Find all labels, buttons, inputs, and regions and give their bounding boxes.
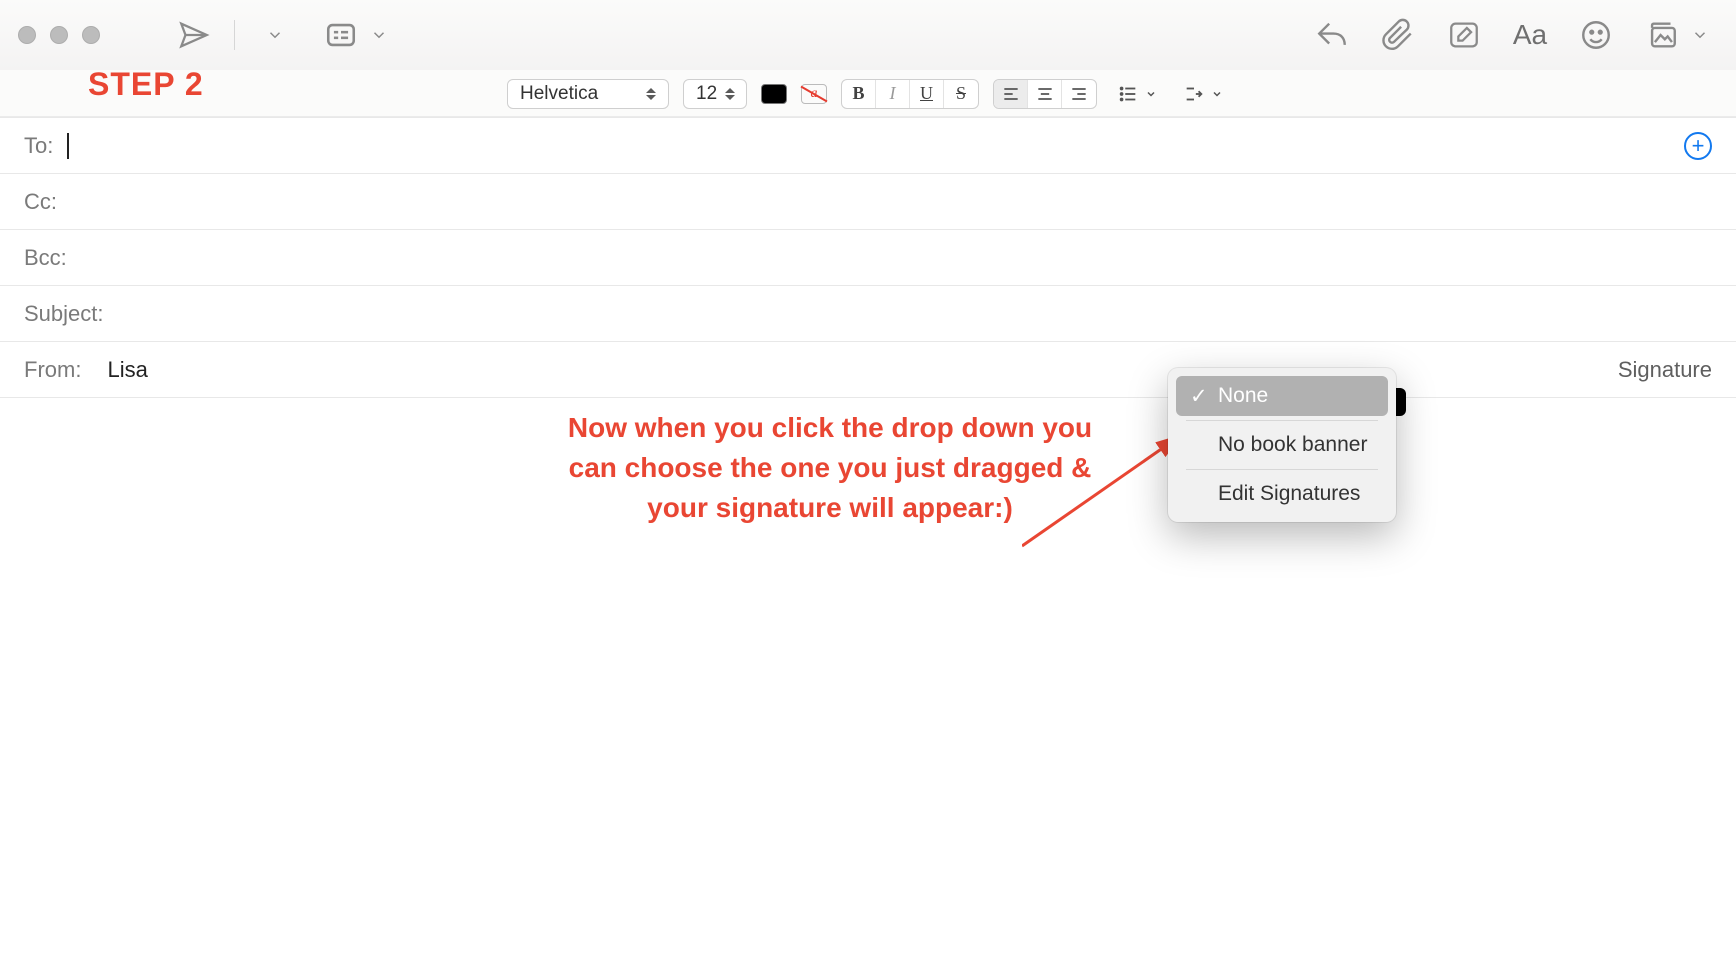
header-fields-button[interactable] (323, 17, 397, 53)
indent-icon (1183, 83, 1205, 105)
reply-icon (1315, 18, 1349, 52)
text-color-swatch[interactable] (761, 84, 787, 104)
italic-button[interactable]: I (876, 80, 910, 108)
header-fields-chevron[interactable] (361, 17, 397, 53)
format-button[interactable]: Aa (1512, 17, 1548, 53)
from-row: From: Lisa Signature (0, 342, 1736, 398)
send-options-chevron[interactable] (257, 17, 293, 53)
chevron-down-icon (370, 26, 388, 44)
menu-divider (1186, 469, 1378, 470)
check-icon: ✓ (1190, 384, 1208, 409)
emoji-icon (1579, 18, 1613, 52)
markup-button[interactable] (1446, 17, 1482, 53)
reply-button[interactable] (1314, 17, 1350, 53)
subject-input[interactable] (116, 301, 1713, 327)
subject-row: Subject: (0, 286, 1736, 342)
select-edge (1396, 388, 1406, 416)
emoji-button[interactable] (1578, 17, 1614, 53)
stepper-icon (725, 88, 738, 100)
to-input[interactable] (69, 133, 1684, 159)
bcc-input[interactable] (79, 245, 1712, 271)
chevron-down-icon (1211, 88, 1223, 100)
paperclip-icon (1381, 18, 1415, 52)
menu-divider (1186, 420, 1378, 421)
window-toolbar: Aa (0, 0, 1736, 71)
signature-option-label: No book banner (1218, 433, 1367, 457)
list-menu[interactable] (1111, 80, 1163, 108)
message-body[interactable]: Now when you click the drop down you can… (0, 398, 1736, 972)
send-icon (177, 18, 211, 52)
markup-icon (1447, 18, 1481, 52)
to-label: To: (24, 133, 53, 159)
zoom-window-button[interactable] (82, 26, 100, 44)
cc-input[interactable] (69, 189, 1712, 215)
from-label: From: (24, 357, 81, 383)
signature-option-none[interactable]: ✓ None (1176, 376, 1388, 416)
cc-row: Cc: (0, 174, 1736, 230)
font-family-value: Helvetica (520, 83, 598, 105)
bold-button[interactable]: B (842, 80, 876, 108)
edit-signatures-option[interactable]: Edit Signatures (1176, 474, 1388, 514)
signature-option-custom[interactable]: No book banner (1176, 425, 1388, 465)
signature-option-label: None (1218, 384, 1268, 408)
format-bar: Helvetica 12 a B I U S (0, 71, 1736, 117)
add-recipient-button[interactable]: + (1684, 132, 1712, 160)
font-size-value: 12 (696, 83, 717, 105)
align-left-icon (1001, 84, 1021, 104)
signature-option-label: Edit Signatures (1218, 482, 1360, 506)
photo-browser-icon (1645, 18, 1679, 52)
chevron-down-icon (266, 26, 284, 44)
cc-label: Cc: (24, 189, 57, 215)
send-button[interactable] (176, 17, 212, 53)
align-group (993, 79, 1097, 109)
step-annotation: STEP 2 (88, 66, 204, 103)
bcc-row: Bcc: (0, 230, 1736, 286)
bcc-label: Bcc: (24, 245, 67, 271)
from-value[interactable]: Lisa (107, 357, 147, 383)
minimize-window-button[interactable] (50, 26, 68, 44)
style-group: B I U S (841, 79, 979, 109)
arrow-annotation-icon (1022, 428, 1192, 548)
list-icon (1117, 83, 1139, 105)
header-fields-icon (324, 18, 358, 52)
align-right-icon (1069, 84, 1089, 104)
stepper-icon (646, 88, 660, 100)
photo-browser-chevron[interactable] (1682, 17, 1718, 53)
photo-browser-button[interactable] (1644, 17, 1718, 53)
signature-label: Signature (1618, 357, 1712, 383)
chevron-down-icon (1145, 88, 1157, 100)
font-family-select[interactable]: Helvetica (507, 79, 669, 109)
underline-button[interactable]: U (910, 80, 944, 108)
align-right-button[interactable] (1062, 80, 1096, 108)
align-center-button[interactable] (1028, 80, 1062, 108)
header-rows: To: + Cc: Bcc: Subject: From: Lisa Signa… (0, 117, 1736, 398)
indent-menu[interactable] (1177, 80, 1229, 108)
align-left-button[interactable] (994, 80, 1028, 108)
toolbar-divider (234, 20, 235, 50)
align-center-icon (1035, 84, 1055, 104)
signature-menu: ✓ None No book banner Edit Signatures (1168, 368, 1396, 522)
strike-button[interactable]: S (944, 80, 978, 108)
highlight-color-swatch[interactable]: a (801, 84, 827, 104)
subject-label: Subject: (24, 301, 104, 327)
attach-button[interactable] (1380, 17, 1416, 53)
to-row: To: + (0, 118, 1736, 174)
close-window-button[interactable] (18, 26, 36, 44)
font-size-select[interactable]: 12 (683, 79, 747, 109)
chevron-down-icon (1691, 26, 1709, 44)
window-controls (18, 26, 100, 44)
